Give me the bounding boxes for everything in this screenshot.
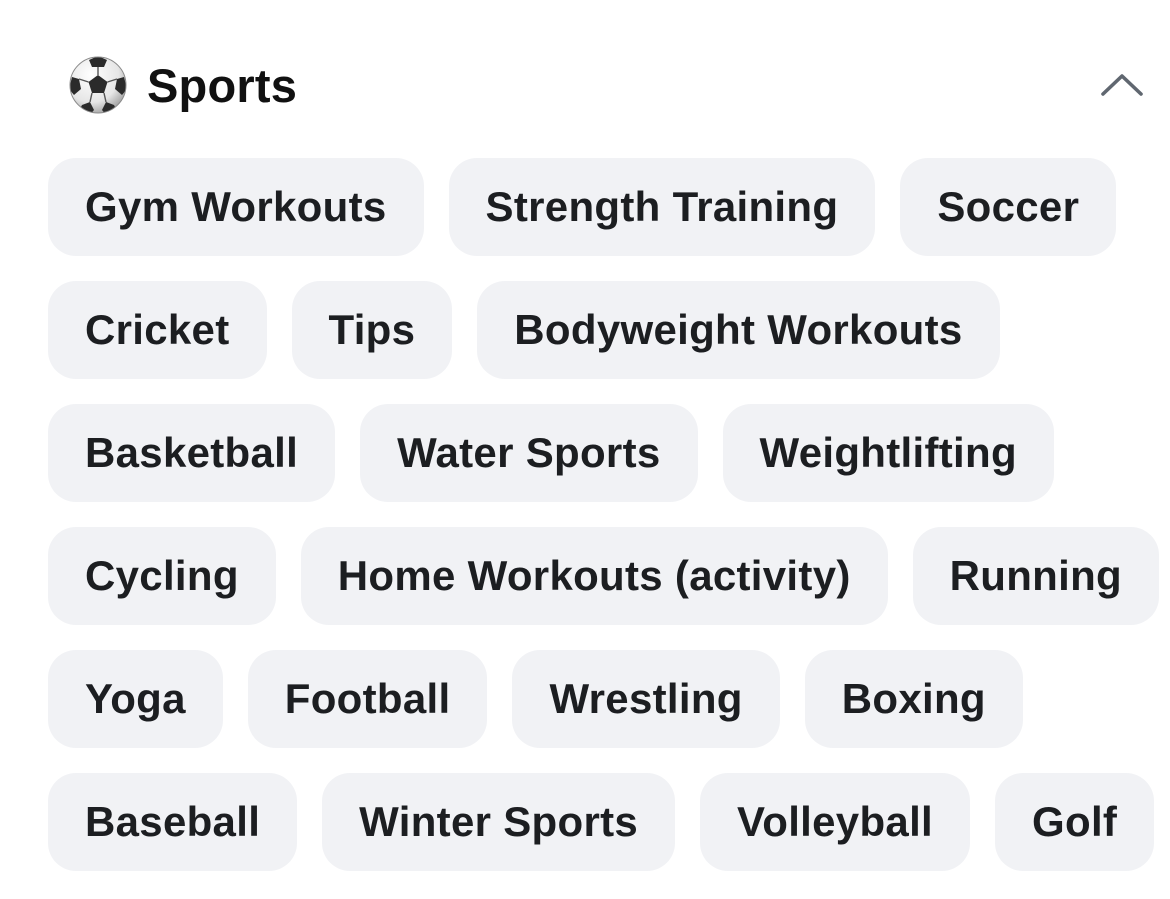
chip-row: Gym Workouts Strength Training Soccer [48,158,1153,256]
topic-chip[interactable]: Strength Training [448,158,876,256]
topic-chip[interactable]: Football [247,650,488,748]
chip-row: Cricket Tips Bodyweight Workouts [48,281,1153,379]
section-title: Sports [147,58,298,112]
chip-row: Basketball Water Sports Weightlifting [48,404,1153,502]
soccer-ball-icon [68,55,128,115]
section-header: Sports [68,54,297,116]
topic-chip[interactable]: Cricket [48,281,267,379]
topic-chip[interactable]: Boxing [804,650,1023,748]
collapse-button[interactable] [1094,62,1150,106]
topic-chip[interactable]: Tips [291,281,453,379]
chip-row: Baseball Winter Sports Volleyball Golf [48,773,1155,871]
topic-chip[interactable]: Baseball [48,773,298,871]
topic-chip-list: Gym Workouts Strength Training Soccer Cr… [48,158,1160,871]
topic-chip[interactable]: Gym Workouts [48,158,424,256]
topic-chip[interactable]: Running [912,527,1160,625]
topic-chip[interactable]: Yoga [48,650,223,748]
topic-chip[interactable]: Wrestling [512,650,780,748]
topic-chip[interactable]: Winter Sports [322,773,676,871]
topic-chip[interactable]: Cycling [48,527,276,625]
topic-chip[interactable]: Soccer [900,158,1117,256]
topic-chip[interactable]: Basketball [48,404,336,502]
topic-chip[interactable]: Home Workouts (activity) [300,527,888,625]
topic-chip[interactable]: Water Sports [360,404,698,502]
topic-chip[interactable]: Golf [995,773,1155,871]
topic-chip[interactable]: Bodyweight Workouts [477,281,1000,379]
topic-chip[interactable]: Volleyball [700,773,971,871]
chip-row: Yoga Football Wrestling Boxing [48,650,1153,748]
chevron-up-icon [1101,74,1143,96]
chip-row: Cycling Home Workouts (activity) Running [48,527,1160,625]
topic-chip[interactable]: Weightlifting [722,404,1054,502]
